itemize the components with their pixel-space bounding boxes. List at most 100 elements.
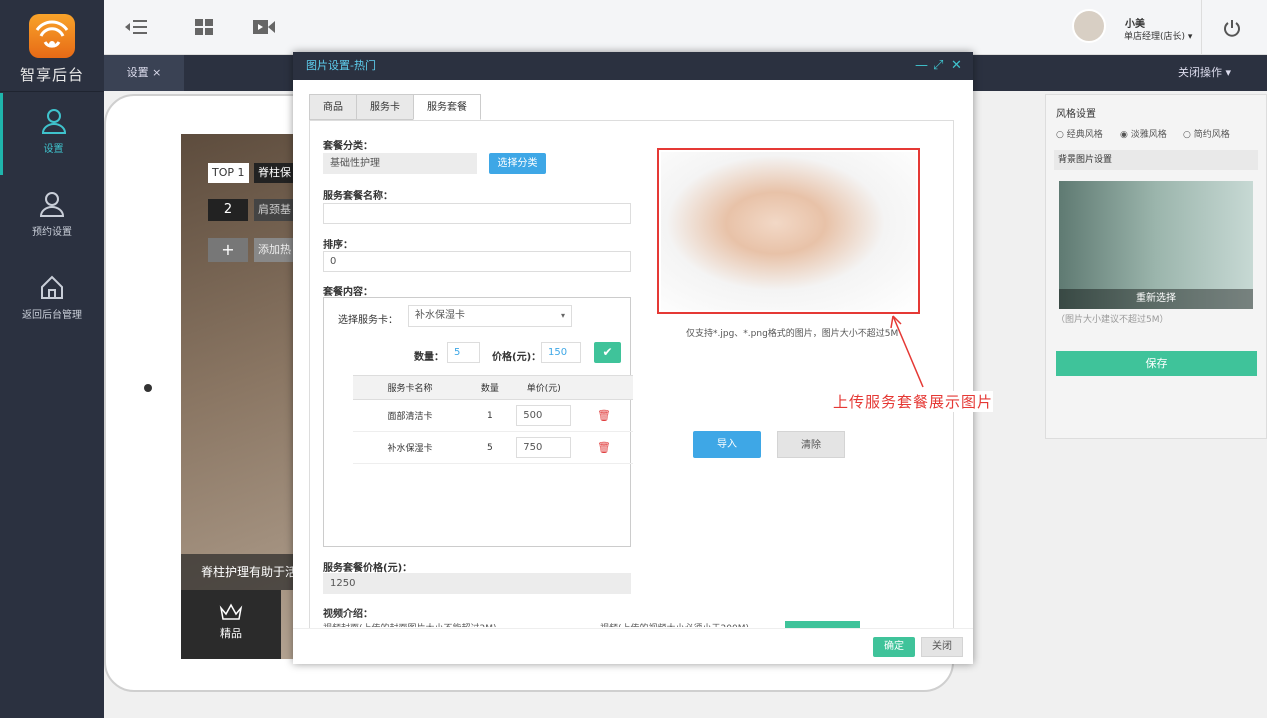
- bg-image-settings-title: 背景图片设置: [1054, 150, 1258, 170]
- upload-video-button[interactable]: [785, 621, 860, 628]
- table-header-row: 服务卡名称 数量 单价(元): [353, 375, 633, 400]
- tab-panel: 套餐分类： 基础性护理 选择分类 服务套餐名称： 排序： 0 套餐内容： 选择服…: [309, 120, 954, 628]
- tablet-camera: [144, 384, 152, 392]
- add-hot-text: 添加热: [254, 238, 295, 262]
- close-icon[interactable]: ✕: [951, 52, 962, 80]
- package-price-label: 服务套餐价格(元)：: [323, 563, 413, 574]
- bg-image-thumbnail: 重新选择: [1059, 181, 1253, 309]
- style-settings-title: 风格设置: [1056, 109, 1096, 120]
- right-settings-panel: 风格设置 ○ 经典风格 ◉ 淡雅风格 ○ 简约风格 背景图片设置 重新选择 （图…: [1045, 94, 1267, 439]
- sidebar-item-label: 设置: [43, 144, 64, 155]
- nav-premium[interactable]: 精品: [181, 590, 281, 659]
- table-cell: 750: [512, 431, 575, 464]
- table-cell: 补水保湿卡: [353, 431, 468, 464]
- quantity-label: 数量：: [414, 352, 444, 363]
- modal-footer: 确定 关闭: [293, 628, 973, 664]
- unit-price-input[interactable]: 750: [516, 437, 572, 458]
- nav-premium-label: 精品: [220, 627, 242, 640]
- price-input[interactable]: 150: [541, 342, 581, 363]
- logo-text: 智享后台: [19, 66, 84, 84]
- divider: [1201, 0, 1202, 55]
- price-label: 价格(元)：: [492, 352, 542, 363]
- choose-category-button[interactable]: 选择分类: [489, 153, 546, 174]
- select-card-label: 选择服务卡：: [338, 315, 398, 326]
- avatar[interactable]: [1072, 9, 1106, 43]
- user-icon: [41, 109, 66, 134]
- sidebar-item-label: 预约设置: [32, 227, 72, 238]
- annotation-arrow: [890, 315, 924, 388]
- top1-badge: TOP 1: [208, 163, 249, 183]
- wifi-logo-icon: [29, 14, 75, 58]
- home-icon: [41, 275, 63, 299]
- modal-header: 图片设置-热门 — ⤢ ✕: [293, 52, 973, 80]
- package-price-field: 1250: [323, 573, 631, 594]
- package-image-upload-area[interactable]: [657, 148, 920, 314]
- category-field: 基础性护理: [323, 153, 477, 174]
- video-icon[interactable]: [252, 16, 276, 38]
- crown-icon: [219, 603, 243, 620]
- category-label: 套餐分类：: [323, 141, 373, 152]
- table-cell: 500: [512, 399, 575, 432]
- clear-button[interactable]: 清除: [777, 431, 845, 458]
- maximize-icon[interactable]: ⤢: [933, 52, 943, 80]
- sidebar-item-back-admin[interactable]: 返回后台管理: [0, 259, 104, 341]
- package-display-image: [661, 152, 916, 310]
- package-name-label: 服务套餐名称：: [323, 191, 393, 202]
- sort-label: 排序：: [323, 240, 353, 251]
- plus-icon[interactable]: +: [208, 238, 248, 262]
- rank-2-number: 2: [208, 199, 248, 221]
- unit-price-input[interactable]: 500: [516, 405, 572, 426]
- grid-icon[interactable]: [192, 16, 216, 38]
- user-name: 小美: [1125, 19, 1145, 30]
- table-cell: 5: [467, 431, 513, 464]
- package-content-box: 选择服务卡： 补水保湿卡 ▾ 数量： 5 价格(元)： 150 ✔ 服务卡名称 …: [323, 297, 633, 547]
- select-card-dropdown[interactable]: 补水保湿卡 ▾: [408, 305, 572, 327]
- menu-collapse-icon[interactable]: [124, 16, 148, 38]
- top-bar: 小美 单店经理(店长) ▾: [104, 0, 1267, 55]
- rank-2-text: 肩颈基: [254, 199, 295, 221]
- sidebar-item-booking-settings[interactable]: 预约设置: [0, 176, 104, 258]
- sort-input[interactable]: 0: [323, 251, 631, 272]
- close-button[interactable]: 关闭: [921, 637, 963, 657]
- import-button[interactable]: 导入: [693, 431, 761, 458]
- reselect-button[interactable]: 重新选择: [1059, 289, 1253, 309]
- style-radio-elegant[interactable]: ◉ 淡雅风格: [1120, 127, 1167, 140]
- column-header-actions: [574, 375, 633, 400]
- style-radio-simple[interactable]: ○ 简约风格: [1183, 127, 1230, 140]
- save-button[interactable]: 保存: [1056, 351, 1257, 376]
- check-icon[interactable]: ✔: [594, 342, 621, 363]
- power-icon[interactable]: [1222, 18, 1242, 38]
- video-intro-label: 视频介绍：: [323, 609, 373, 620]
- sidebar: 智享后台 设置 预约设置 返回后台管理: [0, 0, 104, 718]
- chevron-down-icon: ▾: [560, 311, 565, 320]
- tab-service-card[interactable]: 服务卡: [356, 94, 414, 120]
- table-cell: 1: [467, 399, 513, 432]
- table-cell: 面部清洁卡: [353, 399, 468, 432]
- trash-icon[interactable]: 🗑: [597, 441, 611, 454]
- top1-text: 脊柱保: [254, 163, 295, 183]
- package-name-input[interactable]: [323, 203, 631, 224]
- table-cell: 🗑: [574, 431, 633, 464]
- ok-button[interactable]: 确定: [873, 637, 915, 657]
- tabs: 商品 服务卡 服务套餐: [309, 94, 481, 120]
- sidebar-item-settings[interactable]: 设置: [0, 93, 104, 175]
- image-settings-modal: 图片设置-热门 — ⤢ ✕ 商品 服务卡 服务套餐 套餐分类： 基础性护理 选择…: [293, 52, 973, 664]
- quantity-input[interactable]: 5: [447, 342, 480, 363]
- logo: 智享后台: [0, 0, 104, 92]
- image-size-hint: （图片大小建议不超过5M）: [1056, 315, 1169, 325]
- video-hint: 视频(上传的视频大小必须小于200M): [600, 621, 749, 627]
- package-content-label: 套餐内容：: [323, 287, 373, 298]
- video-cover-hint: 视频封面(上传的封面图片大小不能超过2M): [323, 621, 497, 627]
- table-row: 面部清洁卡 1 500 🗑: [353, 399, 633, 432]
- trash-icon[interactable]: 🗑: [597, 409, 611, 422]
- user-role-dropdown[interactable]: 单店经理(店长) ▾: [1124, 29, 1192, 42]
- close-operations-dropdown[interactable]: 关闭操作 ▾: [1178, 55, 1231, 91]
- style-radio-classic[interactable]: ○ 经典风格: [1056, 127, 1103, 140]
- table-row: 补水保湿卡 5 750 🗑: [353, 431, 633, 464]
- tab-service-package[interactable]: 服务套餐: [413, 94, 481, 120]
- tab-goods[interactable]: 商品: [309, 94, 357, 120]
- tab-settings[interactable]: 设置 ×: [104, 55, 184, 91]
- service-card-table: 服务卡名称 数量 单价(元) 面部清洁卡 1 500 🗑 补水保湿卡 5 750…: [353, 375, 633, 464]
- minimize-icon[interactable]: —: [915, 52, 928, 80]
- column-header: 服务卡名称: [353, 375, 468, 400]
